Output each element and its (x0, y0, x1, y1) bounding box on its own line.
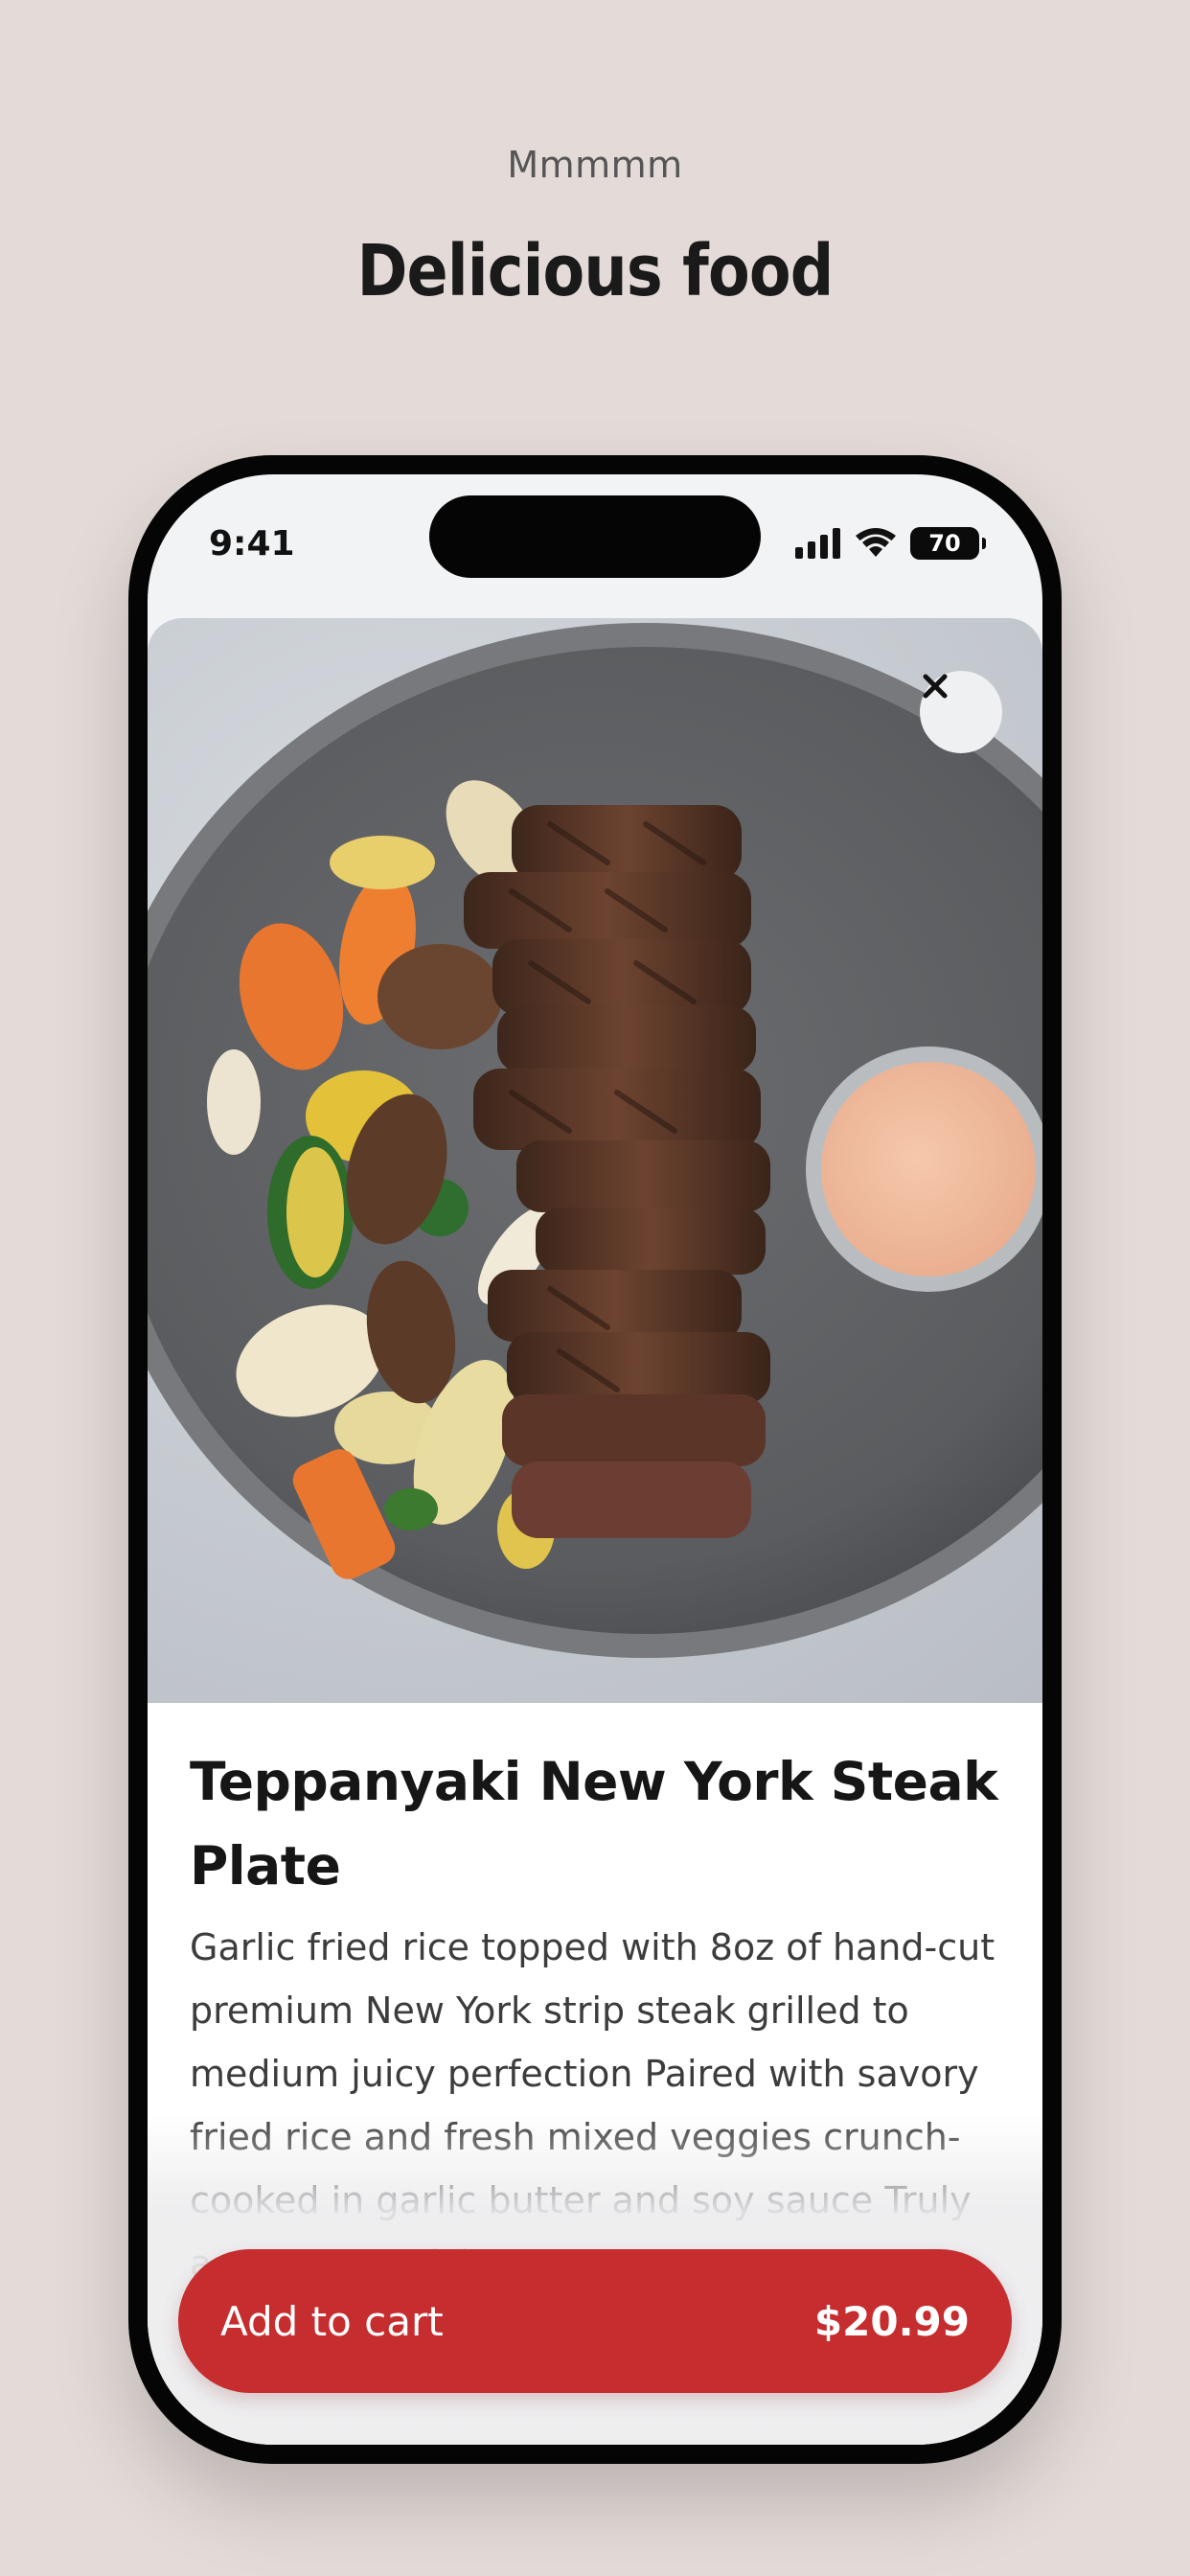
wifi-icon (856, 528, 896, 557)
add-to-cart-button[interactable]: Add to cart $20.99 (178, 2249, 1012, 2393)
status-time: 9:41 (209, 524, 295, 564)
phone-screen: 9:41 70 Teppanyaki New York Steak Plate … (148, 474, 1042, 2445)
food-image (148, 618, 1042, 1703)
page-eyebrow: Mmmmm (507, 144, 683, 186)
cart-price: $20.99 (813, 2297, 970, 2345)
product-sheet: Teppanyaki New York Steak Plate Garlic f… (148, 618, 1042, 2445)
close-button[interactable] (920, 671, 1002, 753)
product-title: Teppanyaki New York Steak Plate (190, 1751, 998, 1897)
cellular-signal-icon (795, 528, 840, 559)
page-title: Delicious food (356, 230, 835, 312)
phone-frame: 9:41 70 Teppanyaki New York Steak Plate … (128, 455, 1062, 2464)
add-to-cart-label: Add to cart (220, 2297, 444, 2345)
dynamic-island (429, 495, 761, 578)
status-icons: 70 (795, 524, 986, 563)
battery-icon: 70 (910, 527, 986, 560)
close-icon (923, 674, 948, 699)
